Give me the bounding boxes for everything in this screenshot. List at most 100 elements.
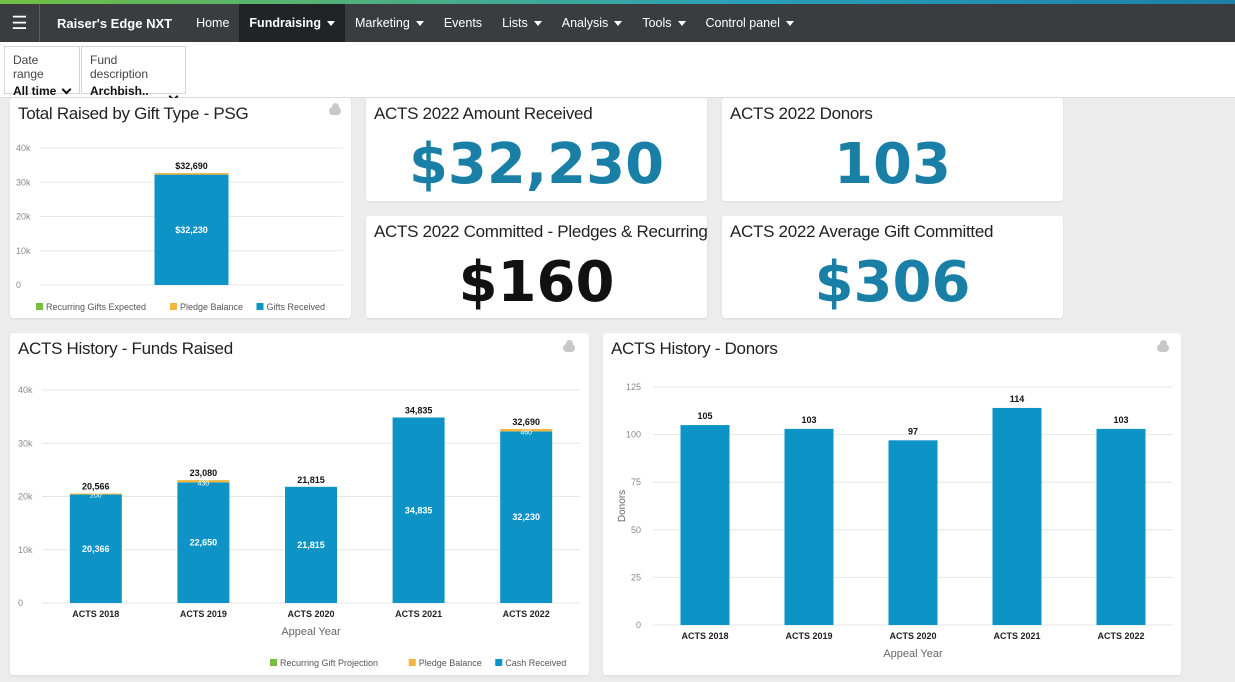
pledge-value-label: 430 xyxy=(198,480,210,487)
legend-label: Pledge Balance xyxy=(419,658,482,668)
bar-segment-pledge-balance xyxy=(154,173,229,175)
nav-item-lists[interactable]: Lists xyxy=(492,4,552,42)
nav-item-control-panel[interactable]: Control panel xyxy=(696,4,804,42)
caret-down-icon xyxy=(785,20,794,26)
caret-down-icon xyxy=(677,20,686,26)
legend-swatch xyxy=(36,303,43,310)
bar-value-label: 22,650 xyxy=(190,538,218,548)
kpi-value: $306 xyxy=(814,250,971,315)
gift-type-chart: 0 10k 20k 30k 40k $32,690 $32,230 Recurring Gif… xyxy=(16,143,343,312)
date-range-label: Date range xyxy=(13,53,44,81)
y-tick-label: 10k xyxy=(16,246,31,256)
legend-label: Pledge Balance xyxy=(180,302,243,312)
tile-title: ACTS 2022 Amount Received xyxy=(374,104,593,123)
y-tick-label: 75 xyxy=(631,477,641,487)
bar-value-label: 20,366 xyxy=(82,544,110,554)
nav-item-tools[interactable]: Tools xyxy=(632,4,695,42)
nav-item-label: Control panel xyxy=(705,16,780,30)
pledge-value-label: 200 xyxy=(90,493,102,500)
fund-description-label: Fund description xyxy=(90,53,149,81)
bar-total-label: $32,690 xyxy=(175,161,208,171)
y-tick-label: 20k xyxy=(18,492,33,502)
y-tick-label: 40k xyxy=(18,385,33,395)
y-tick-label: 30k xyxy=(18,438,33,448)
nav-item-home[interactable]: Home xyxy=(186,4,239,42)
y-tick-label: 0 xyxy=(636,620,641,630)
y-tick-label: 30k xyxy=(16,177,31,187)
tile-title: ACTS 2022 Average Gift Committed xyxy=(730,222,994,241)
x-axis-label: Appeal Year xyxy=(281,626,341,638)
legend-label: Gifts Received xyxy=(267,302,326,312)
nav-item-marketing[interactable]: Marketing xyxy=(345,4,434,42)
x-tick-label: ACTS 2019 xyxy=(785,631,832,641)
kpi-value: $32,230 xyxy=(408,132,665,197)
x-tick-label: ACTS 2022 xyxy=(1097,631,1144,641)
y-tick-label: 50 xyxy=(631,525,641,535)
bar-value-label: 34,835 xyxy=(405,505,433,515)
top-navbar: ☰ Raiser's Edge NXT Home Fundraising Marke… xyxy=(0,4,1235,42)
bar-value-label: 103 xyxy=(801,415,816,425)
bar xyxy=(680,425,730,625)
y-tick-label: 10k xyxy=(18,545,33,555)
y-axis-label: Donors xyxy=(617,490,628,522)
kpi-value: $160 xyxy=(458,250,615,315)
tile-title: ACTS 2022 Donors xyxy=(730,104,873,123)
nav-item-label: Home xyxy=(196,16,230,30)
bar xyxy=(784,428,834,625)
nav-item-events[interactable]: Events xyxy=(434,4,492,42)
tile-title: ACTS 2022 Committed - Pledges & Recurrin… xyxy=(374,222,707,241)
y-tick-label: 125 xyxy=(626,382,641,392)
x-tick-label: ACTS 2019 xyxy=(180,609,227,619)
legend-label: Recurring Gifts Expected xyxy=(46,302,146,312)
bar-value-label: 21,815 xyxy=(297,540,325,550)
caret-down-icon xyxy=(533,20,542,26)
bar-value-label: 114 xyxy=(1010,394,1025,404)
nav-item-fundraising[interactable]: Fundraising xyxy=(239,4,345,42)
x-tick-label: ACTS 2021 xyxy=(993,631,1040,641)
bar-total-label: 20,566 xyxy=(82,481,110,491)
bar-value-label: $32,230 xyxy=(175,225,208,235)
fund-description-filter[interactable]: Fund description Archbish..(5) xyxy=(81,46,186,112)
app-brand[interactable]: Raiser's Edge NXT xyxy=(40,16,186,31)
legend-swatch xyxy=(256,303,264,310)
x-tick-label: ACTS 2021 xyxy=(395,609,442,619)
tile-average-gift: ACTS 2022 Average Gift Committed $306 xyxy=(722,216,1063,318)
x-tick-label: ACTS 2020 xyxy=(889,631,936,641)
nav-item-label: Events xyxy=(443,16,483,30)
menu-icon[interactable]: ☰ xyxy=(0,4,40,42)
date-range-value: All time xyxy=(13,84,57,98)
legend-swatch xyxy=(170,303,177,310)
x-tick-label: ACTS 2018 xyxy=(681,631,728,641)
bar-total-label: 32,690 xyxy=(512,417,540,427)
donors-history-chart: 0 25 50 75 100 125 Donors 105 ACTS 2018 103 ACTS 2… xyxy=(617,382,1173,660)
bar xyxy=(992,407,1042,625)
tile-funds-history: ACTS History - Funds Raised 0 10k 20k 30k 40… xyxy=(10,333,589,675)
chevron-down-icon xyxy=(61,84,72,94)
bar-total-label: 34,835 xyxy=(405,406,433,416)
caret-down-icon xyxy=(326,20,335,26)
y-tick-label: 0 xyxy=(16,280,21,290)
tile-amount-received: ACTS 2022 Amount Received $32,230 xyxy=(366,98,707,201)
date-range-filter[interactable]: Date range All time xyxy=(4,46,80,98)
bar xyxy=(888,440,938,625)
y-tick-label: 0 xyxy=(18,598,23,608)
nav-item-label: Analysis xyxy=(561,16,609,30)
y-tick-label: 100 xyxy=(626,430,641,440)
legend-label: Cash Received xyxy=(505,658,566,668)
y-tick-label: 40k xyxy=(16,143,31,153)
x-axis-label: Appeal Year xyxy=(883,648,943,660)
x-tick-label: ACTS 2020 xyxy=(287,609,334,619)
funds-history-chart: 0 10k 20k 30k 40k 20,566 20,366 200 ACTS 2018 23,… xyxy=(18,385,580,668)
legend-swatch xyxy=(408,659,416,666)
x-tick-label: ACTS 2018 xyxy=(72,609,119,619)
filter-bar: Date range All time Fund description Arc… xyxy=(0,42,1235,112)
bar-value-label: 103 xyxy=(1113,415,1128,425)
nav-item-analysis[interactable]: Analysis xyxy=(552,4,633,42)
legend-label: Recurring Gift Projection xyxy=(280,658,378,668)
bar-value-label: 105 xyxy=(697,411,712,421)
y-tick-label: 25 xyxy=(631,572,641,582)
nav-item-label: Marketing xyxy=(354,16,410,30)
nav-item-label: Fundraising xyxy=(249,16,321,30)
nav-item-label: Tools xyxy=(642,16,672,30)
tile-gift-type: Total Raised by Gift Type - PSG 0 10k 20k 3… xyxy=(10,98,351,318)
